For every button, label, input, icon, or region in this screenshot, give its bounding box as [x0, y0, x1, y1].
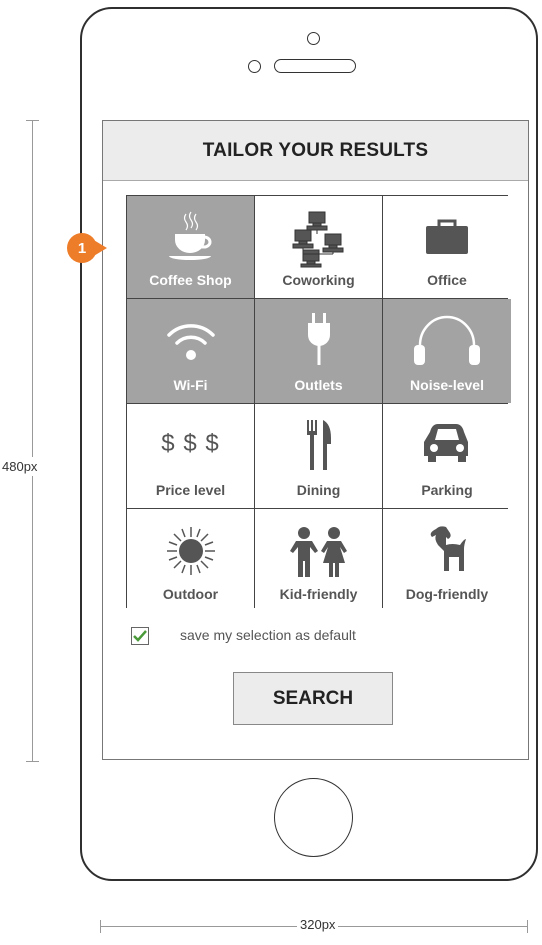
save-default-checkbox[interactable] — [131, 627, 149, 645]
option-label: Dining — [296, 482, 341, 498]
option-noise-level[interactable]: Noise-level — [383, 299, 511, 403]
height-dimension-label: 480px — [2, 457, 38, 476]
option-coworking[interactable]: Coworking — [255, 196, 382, 298]
option-label: Kid-friendly — [279, 586, 358, 602]
option-coffee-shop[interactable]: Coffee Shop — [127, 196, 254, 298]
search-button[interactable]: SEARCH — [233, 672, 393, 725]
fork-knife-icon — [306, 420, 331, 470]
option-outdoor[interactable]: Outdoor — [127, 509, 254, 612]
sun-icon — [166, 527, 215, 575]
children-icon — [289, 527, 347, 577]
option-label: Noise-level — [410, 377, 484, 393]
wifi-icon — [166, 324, 215, 360]
save-default-label: save my selection as default — [180, 627, 356, 643]
car-icon — [424, 424, 468, 462]
option-label: Coffee Shop — [149, 272, 232, 288]
option-label: Outdoor — [162, 586, 219, 602]
option-label: Dog-friendly — [405, 586, 489, 602]
option-label: Price level — [155, 482, 226, 498]
option-label: Office — [427, 272, 467, 288]
option-grid: Coffee Shop Coworking Office Wi-Fi Outle… — [126, 195, 511, 612]
callout-marker: 1 — [67, 233, 109, 263]
page-title: TAILOR YOUR RESULTS — [103, 121, 528, 181]
option-office[interactable]: Office — [383, 196, 511, 298]
dog-icon — [430, 526, 466, 571]
sensor-icon — [248, 60, 261, 73]
checkmark-icon — [133, 630, 147, 642]
option-label: Parking — [421, 482, 473, 498]
briefcase-icon — [426, 219, 468, 254]
option-price-level[interactable]: $ $ $ Price level — [127, 404, 254, 508]
dollar-signs-icon: $ $ $ — [161, 430, 220, 457]
headphones-icon — [414, 315, 480, 365]
width-dimension-label: 320px — [297, 917, 339, 932]
height-dimension-line — [26, 120, 40, 762]
camera-icon — [307, 32, 320, 45]
option-label: Wi-Fi — [173, 377, 208, 393]
option-kid-friendly[interactable]: Kid-friendly — [255, 509, 382, 612]
option-label: Outlets — [294, 377, 343, 393]
network-computers-icon — [292, 211, 343, 268]
plug-icon — [307, 313, 330, 365]
option-outlets[interactable]: Outlets — [255, 299, 382, 403]
option-label: Coworking — [282, 272, 355, 288]
speaker-icon — [274, 59, 356, 73]
coffee-cup-icon — [168, 211, 211, 260]
option-wifi[interactable]: Wi-Fi — [127, 299, 254, 403]
callout-number: 1 — [67, 233, 97, 263]
home-button[interactable] — [274, 778, 353, 857]
option-dog-friendly[interactable]: Dog-friendly — [383, 509, 511, 612]
option-dining[interactable]: Dining — [255, 404, 382, 508]
option-parking[interactable]: Parking — [383, 404, 511, 508]
